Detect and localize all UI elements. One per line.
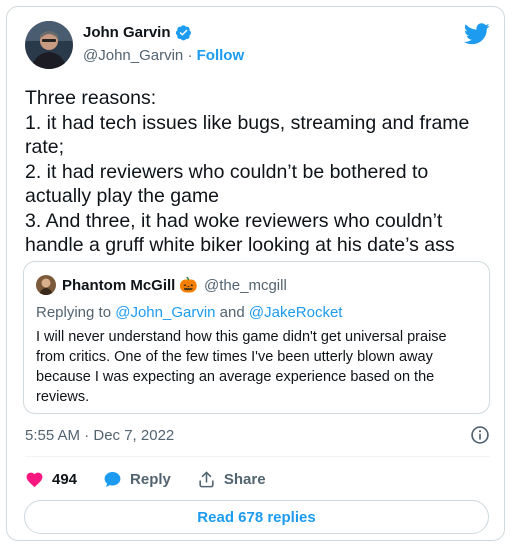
tweet-text: Three reasons: 1. it had tech issues lik… — [25, 87, 470, 256]
replying-to-line: Replying to @John_Garvin and @JakeRocket — [36, 304, 342, 321]
twitter-bird-icon[interactable] — [464, 23, 490, 45]
like-button[interactable]: 494 — [25, 470, 77, 489]
quoted-tweet-text: I will never understand how this game di… — [36, 329, 447, 405]
quoted-author-name[interactable]: Phantom McGill — [62, 277, 175, 294]
handle-separator: · — [183, 47, 197, 64]
author-name[interactable]: John Garvin — [83, 24, 171, 41]
share-label: Share — [223, 470, 266, 488]
share-button[interactable]: Share — [197, 470, 266, 489]
quoted-author-handle[interactable]: @the_mcgill — [204, 277, 287, 294]
speech-bubble-icon — [104, 471, 121, 487]
pumpkin-emoji: 🎃 — [179, 277, 199, 294]
replying-user-link[interactable]: @JakeRocket — [249, 304, 343, 321]
replying-and: and — [215, 304, 249, 321]
divider — [25, 456, 490, 457]
verified-badge-icon — [175, 25, 191, 41]
info-icon[interactable] — [470, 425, 490, 445]
heart-icon — [26, 472, 43, 487]
replying-user-link[interactable]: @John_Garvin — [115, 304, 215, 321]
quoted-author-avatar[interactable] — [36, 275, 56, 295]
tweet-card: John Garvin @John_Garvin · Follow Three … — [6, 6, 505, 541]
read-replies-button[interactable]: Read 678 replies — [24, 500, 489, 534]
reply-button[interactable]: Reply — [103, 470, 171, 489]
share-upload-icon — [199, 471, 214, 487]
replying-prefix: Replying to — [36, 304, 116, 321]
author-handle[interactable]: @John_Garvin — [83, 47, 183, 64]
action-bar: 494 Reply Share — [25, 463, 292, 495]
follow-button[interactable]: Follow — [197, 47, 245, 64]
tweet-timestamp[interactable]: 5:55 AM · Dec 7, 2022 — [25, 427, 174, 444]
author-avatar[interactable] — [25, 21, 73, 69]
like-count: 494 — [52, 470, 78, 488]
quoted-tweet[interactable]: Phantom McGill 🎃 @the_mcgill Replying to… — [23, 261, 490, 414]
reply-label: Reply — [130, 470, 171, 488]
